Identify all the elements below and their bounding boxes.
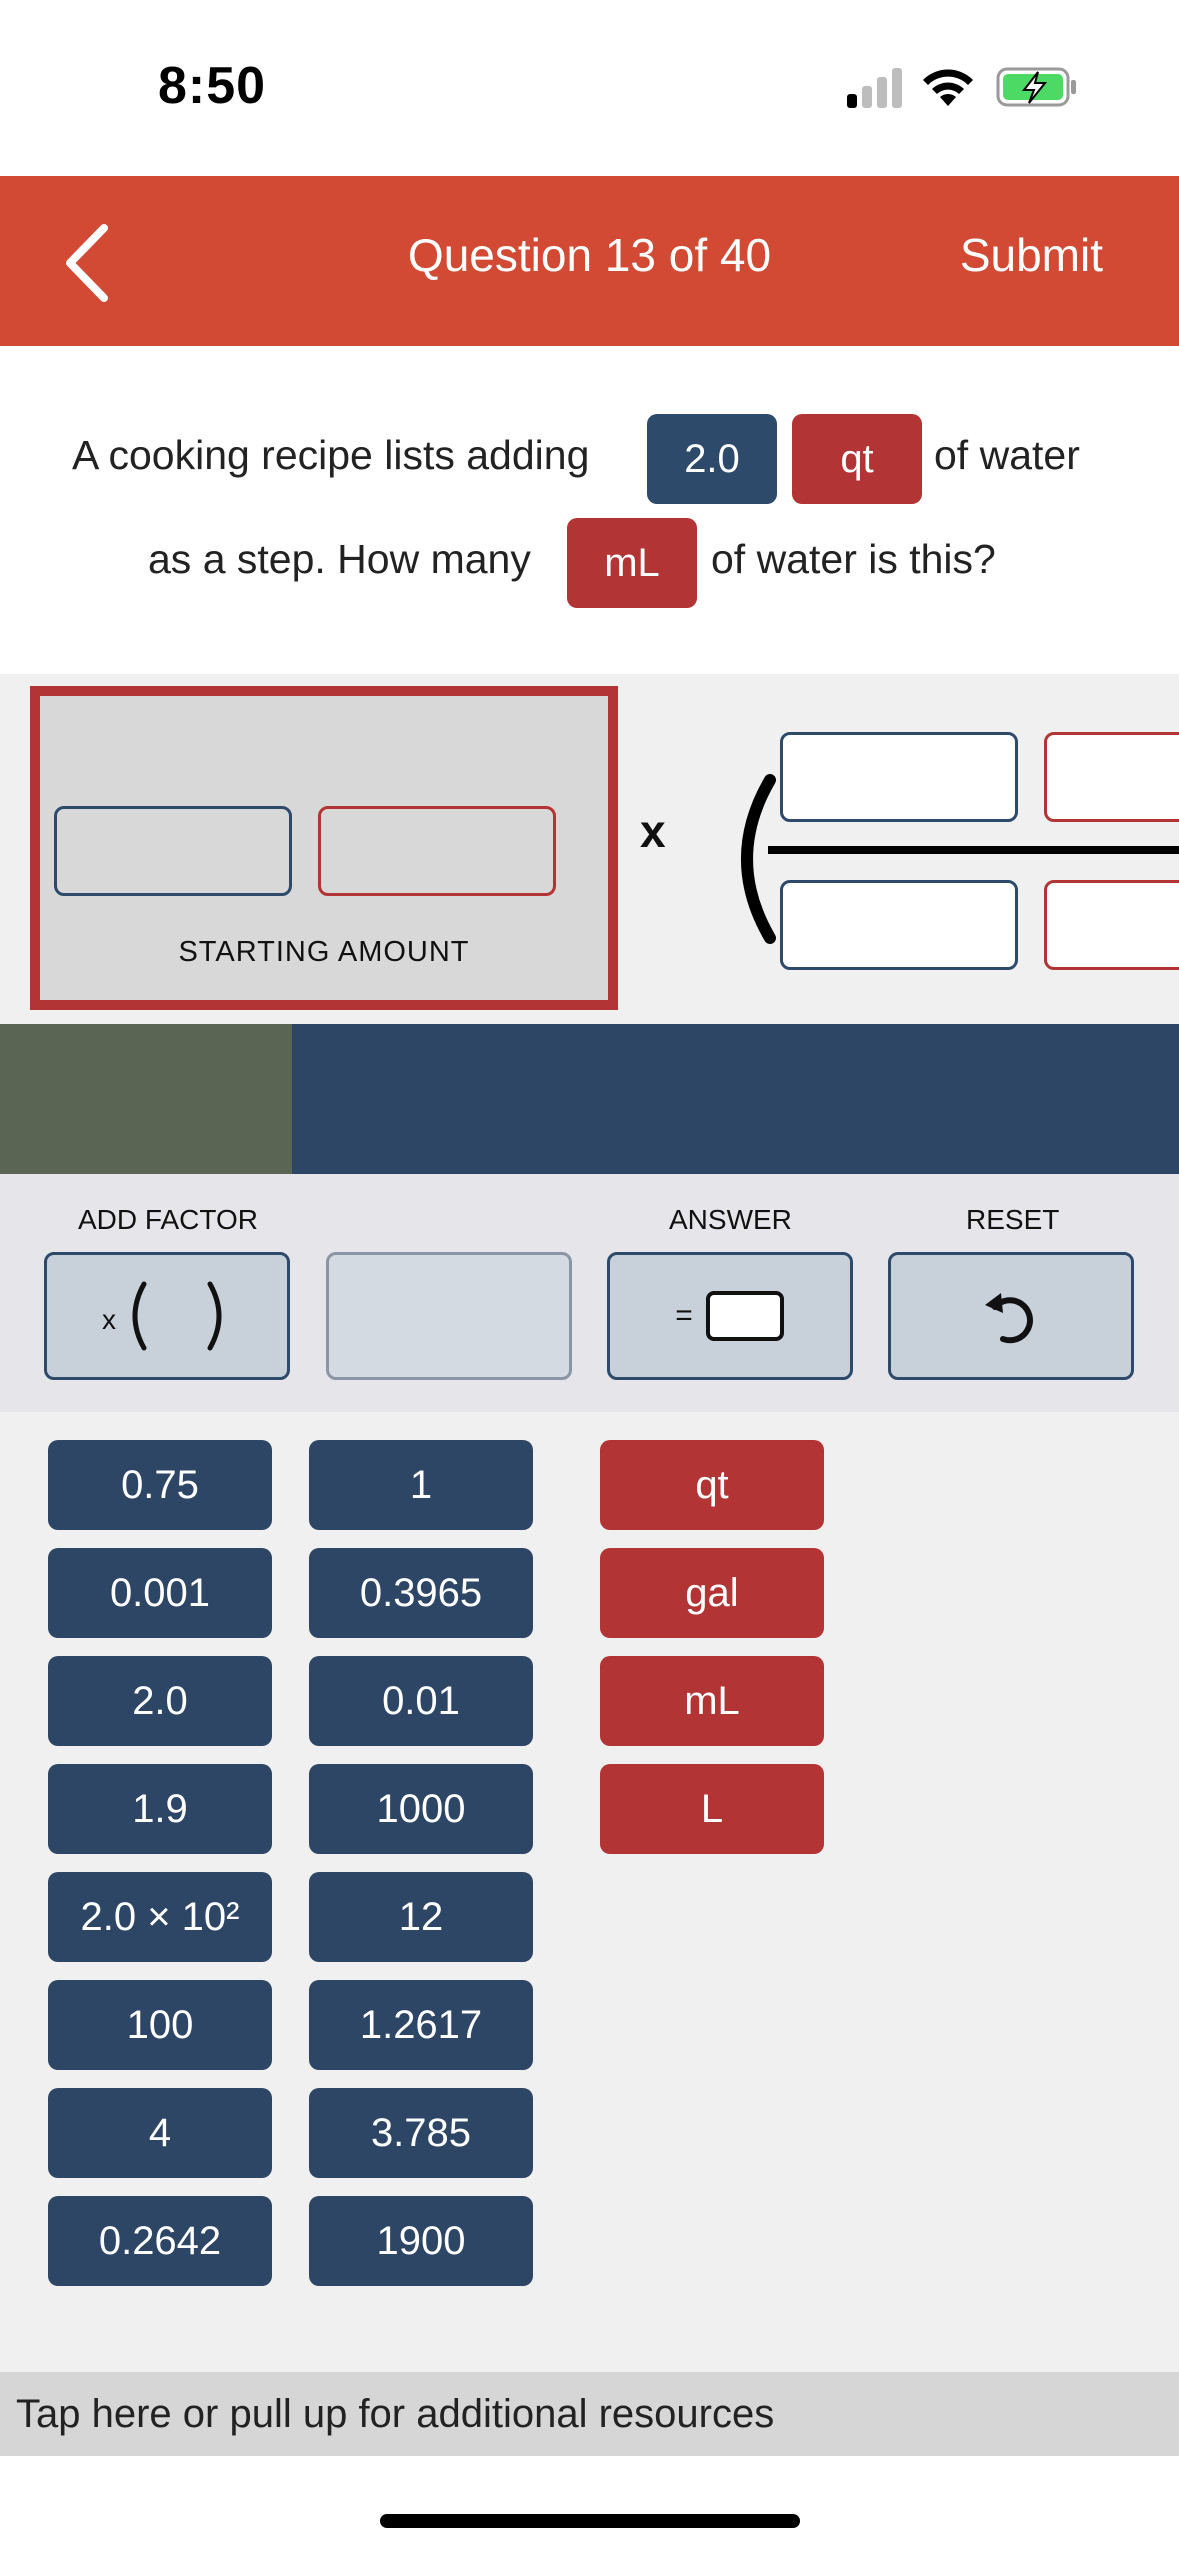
- unit-tile[interactable]: qt: [600, 1440, 824, 1530]
- color-band-right: [292, 1024, 1179, 1174]
- factor-numerator-unit-slot[interactable]: [1044, 732, 1179, 822]
- cellular-signal-icon: [847, 68, 902, 108]
- control-bar: ADD FACTOR ANSWER RESET x =: [0, 1174, 1179, 1412]
- conversion-workspace: STARTING AMOUNT x: [0, 674, 1179, 1024]
- factor-denominator-value-slot[interactable]: [780, 880, 1018, 970]
- reset-button[interactable]: [888, 1252, 1134, 1380]
- empty-control-slot: [326, 1252, 572, 1380]
- multiply-sign: x: [640, 805, 666, 857]
- number-tile[interactable]: 2.0: [48, 1656, 272, 1746]
- answer-box-icon: [705, 1291, 784, 1341]
- given-unit-chip: qt: [792, 414, 922, 504]
- number-tile[interactable]: 1: [309, 1440, 533, 1530]
- question-text-line2-end: of water is this?: [711, 536, 996, 582]
- question-text-line1-end: of water: [934, 432, 1080, 478]
- add-factor-x: x: [102, 1304, 116, 1335]
- color-band-left: [0, 1024, 292, 1174]
- number-tile[interactable]: 4: [48, 2088, 272, 2178]
- number-tile[interactable]: 1000: [309, 1764, 533, 1854]
- factor-numerator-value-slot[interactable]: [780, 732, 1018, 822]
- answer-equals: =: [675, 1299, 693, 1332]
- number-tile[interactable]: 0.2642: [48, 2196, 272, 2286]
- question-prompt: A cooking recipe lists adding 2.0 qt of …: [0, 346, 1179, 674]
- number-tile[interactable]: 2.0 × 10²: [48, 1872, 272, 1962]
- number-tile[interactable]: 1.2617: [309, 1980, 533, 2070]
- starting-unit-slot[interactable]: [318, 806, 556, 896]
- unit-tile[interactable]: mL: [600, 1656, 824, 1746]
- submit-button[interactable]: Submit: [960, 228, 1103, 282]
- number-tile[interactable]: 12: [309, 1872, 533, 1962]
- app-header: Question 13 of 40 Submit: [0, 176, 1179, 346]
- question-text-line2: as a step. How many: [148, 536, 531, 582]
- starting-amount-label: STARTING AMOUNT: [178, 936, 470, 968]
- wifi-icon: [923, 69, 973, 106]
- starting-amount-box[interactable]: STARTING AMOUNT: [30, 686, 618, 1010]
- unit-tile[interactable]: L: [600, 1764, 824, 1854]
- number-tile[interactable]: 100: [48, 1980, 272, 2070]
- number-tile[interactable]: 0.01: [309, 1656, 533, 1746]
- undo-reset-icon: [985, 1293, 1033, 1344]
- number-tile[interactable]: 3.785: [309, 2088, 533, 2178]
- answer-label: ANSWER: [669, 1204, 792, 1235]
- answer-button[interactable]: =: [607, 1252, 853, 1380]
- factor-denominator-unit-slot[interactable]: [1044, 880, 1179, 970]
- fraction-bar: [768, 846, 1179, 854]
- question-text-line1: A cooking recipe lists adding: [72, 432, 590, 478]
- starting-value-slot[interactable]: [54, 806, 292, 896]
- unit-tile[interactable]: gal: [600, 1548, 824, 1638]
- add-factor-button[interactable]: x: [44, 1252, 290, 1380]
- add-factor-label: ADD FACTOR: [78, 1204, 258, 1235]
- additional-resources-pull-tab[interactable]: Tap here or pull up for additional resou…: [0, 2372, 1179, 2456]
- bottom-safe-area: [0, 2456, 1179, 2556]
- number-tile[interactable]: 0.75: [48, 1440, 272, 1530]
- battery-charging-icon: [996, 67, 1076, 107]
- status-time: 8:50: [158, 57, 267, 115]
- number-tile[interactable]: 0.001: [48, 1548, 272, 1638]
- reset-label: RESET: [966, 1204, 1060, 1235]
- number-tile[interactable]: 1.9: [48, 1764, 272, 1854]
- number-tile[interactable]: 1900: [309, 2196, 533, 2286]
- resources-text: Tap here or pull up for additional resou…: [16, 2392, 775, 2436]
- given-value-chip: 2.0: [647, 414, 777, 504]
- open-parenthesis-icon: [741, 774, 776, 944]
- status-bar: 8:50: [0, 0, 1179, 176]
- target-unit-chip: mL: [567, 518, 697, 608]
- number-tile[interactable]: 0.3965: [309, 1548, 533, 1638]
- answer-tiles-area: 0.75 0.001 2.0 1.9 2.0 × 10² 100 4 0.264…: [0, 1412, 1179, 2372]
- parentheses-icon: [132, 1281, 222, 1351]
- home-indicator[interactable]: [380, 2514, 800, 2528]
